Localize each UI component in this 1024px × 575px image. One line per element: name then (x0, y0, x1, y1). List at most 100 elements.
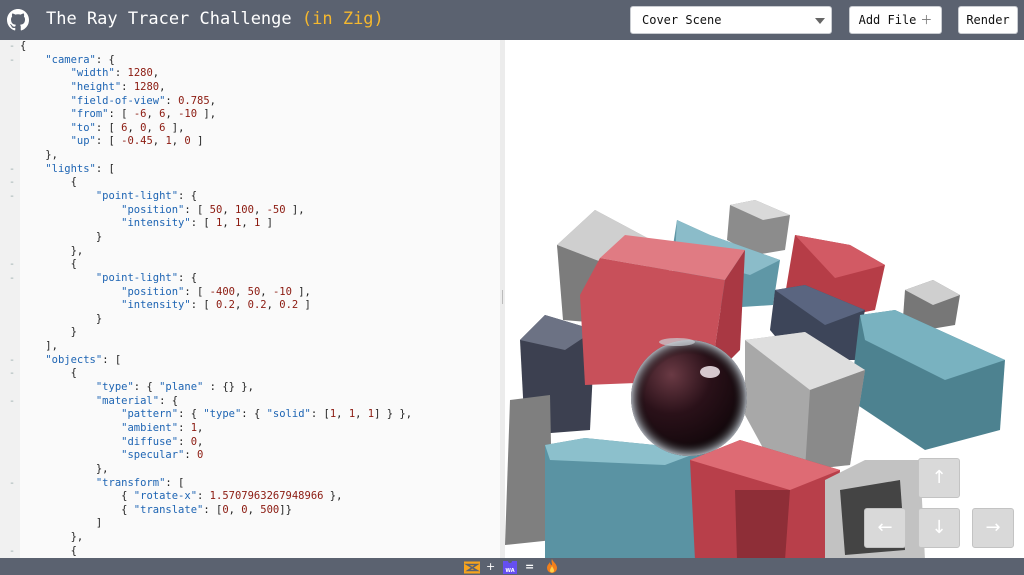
add-file-button[interactable]: Add File ＋ (849, 6, 942, 34)
code-line[interactable]: - { (9, 367, 412, 381)
arrow-left-icon[interactable]: ← (864, 508, 906, 548)
code-line[interactable]: "position": [ -400, 50, -10 ], (20, 286, 412, 300)
code-line[interactable]: - "camera": { (9, 54, 412, 68)
code-line[interactable]: "type": { "plane" : {} }, (20, 381, 412, 395)
fold-toggle-icon[interactable]: - (9, 163, 17, 177)
code-token: 0 (197, 449, 204, 462)
fold-toggle-icon[interactable]: - (9, 272, 17, 286)
code-line[interactable]: { "translate": [0, 0, 500]} (20, 504, 412, 518)
code-line[interactable]: }, (20, 149, 412, 163)
code-line[interactable]: "field-of-view": 0.785, (20, 95, 412, 109)
fold-toggle-icon[interactable]: - (9, 545, 17, 558)
code-token: "field-of-view" (70, 94, 166, 107)
fold-toggle-icon[interactable]: - (9, 54, 17, 68)
code-token: "point-light" (95, 271, 179, 284)
code-line[interactable]: }, (20, 531, 412, 545)
code-editor[interactable]: -{- "camera": { "width": 1280, "height":… (0, 40, 500, 558)
code-line[interactable]: "from": [ -6, 6, -10 ], (20, 108, 412, 122)
code-token: { (20, 490, 134, 503)
footer-plus: + (486, 560, 496, 573)
code-token: "lights" (45, 162, 96, 175)
code-line[interactable]: "position": [ 50, 100, -50 ], (20, 204, 412, 218)
code-token: { (20, 258, 77, 271)
arrow-right-icon[interactable]: → (972, 508, 1014, 548)
code-token: 100 (234, 203, 254, 216)
code-line[interactable]: "diffuse": 0, (20, 436, 412, 450)
code-token: ], (197, 108, 217, 121)
code-token: 50 (209, 203, 223, 216)
code-token: "pattern" (121, 408, 179, 421)
code-token: -50 (266, 203, 286, 216)
code-token: -10 (178, 108, 198, 121)
code-line[interactable]: - { (9, 258, 412, 272)
code-token: , (336, 408, 349, 421)
code-line[interactable]: ], (20, 340, 412, 354)
code-line[interactable]: - "lights": [ (9, 162, 412, 177)
code-line[interactable]: - { (9, 176, 412, 190)
code-line[interactable]: }, (20, 463, 412, 477)
code-token: "solid" (266, 408, 311, 421)
code-line[interactable]: } (20, 231, 412, 245)
code-line[interactable]: -{ (9, 40, 412, 54)
code-line[interactable]: "height": 1280, (20, 81, 412, 95)
code-line[interactable]: "to": [ 6, 0, 6 ], (20, 122, 412, 136)
fold-toggle-icon[interactable]: - (9, 258, 17, 272)
code-line[interactable]: ] (20, 517, 412, 531)
code-line[interactable]: - "point-light": { (9, 271, 412, 286)
code-line[interactable]: "width": 1280, (20, 67, 412, 81)
arrow-down-icon[interactable]: ↓ (918, 508, 960, 548)
code-token: : [ (190, 217, 216, 230)
code-line[interactable]: "pattern": { "type": { "solid": [1, 1, 1… (20, 408, 412, 422)
scene-select[interactable]: Cover Scene (630, 6, 832, 34)
splitter-grip[interactable] (502, 290, 503, 304)
code-line[interactable]: - "objects": [ (9, 354, 412, 368)
fold-toggle-icon[interactable]: - (9, 40, 17, 54)
code-line[interactable]: - "point-light": { (9, 190, 412, 204)
render-viewport[interactable]: ↑ ← ↓ → (505, 40, 1024, 558)
code-token: 0.785 (178, 94, 210, 107)
code-content[interactable]: -{- "camera": { "width": 1280, "height":… (9, 40, 412, 558)
code-token: : [ (95, 135, 122, 148)
code-line[interactable]: { "rotate-x": 1.5707963267948966 }, (20, 490, 412, 504)
fold-toggle-icon[interactable]: - (9, 395, 17, 409)
code-token: "specular" (121, 449, 185, 462)
fold-toggle-icon[interactable]: - (9, 190, 17, 204)
arrow-up-icon[interactable]: ↑ (918, 458, 960, 498)
code-token: , (152, 67, 160, 80)
code-token: 0.2 (279, 299, 299, 312)
code-token: { (20, 503, 134, 516)
code-line[interactable]: - { (9, 545, 412, 558)
code-line[interactable]: "ambient": 1, (20, 422, 412, 436)
code-token: 1280 (127, 67, 153, 80)
code-line[interactable]: "intensity": [ 0.2, 0.2, 0.2 ] (20, 299, 412, 313)
code-token: : [ (108, 108, 134, 121)
fold-toggle-icon[interactable]: - (9, 477, 17, 491)
fold-toggle-icon[interactable]: - (9, 176, 17, 190)
code-line[interactable]: "intensity": [ 1, 1, 1 ] (20, 217, 412, 231)
code-line[interactable]: "specular": 0 (20, 449, 412, 463)
fold-toggle-icon[interactable]: - (9, 354, 17, 368)
code-line[interactable]: }, (20, 245, 412, 259)
render-button[interactable]: Render (958, 6, 1018, 34)
github-icon[interactable] (7, 9, 29, 31)
code-line[interactable]: } (20, 326, 412, 340)
code-token: "diffuse" (121, 435, 179, 448)
code-token: ] } }, (374, 408, 413, 421)
code-line[interactable]: } (20, 313, 412, 327)
code-token: ]} (279, 503, 292, 516)
fold-toggle-icon[interactable]: - (9, 367, 17, 381)
code-token: "type" (95, 381, 134, 394)
code-line[interactable]: "up": [ -0.45, 1, 0 ] (20, 135, 412, 149)
code-line[interactable]: - "transform": [ (9, 477, 412, 491)
code-token: : (114, 67, 128, 80)
code-line[interactable]: - "material": { (9, 395, 412, 409)
